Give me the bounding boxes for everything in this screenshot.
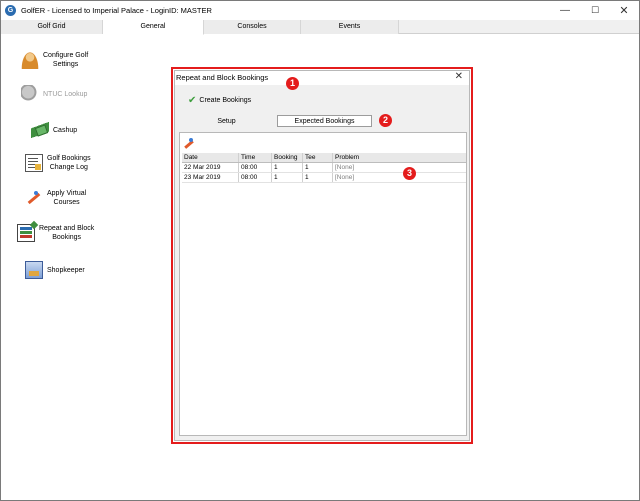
menu-label: Cashup: [53, 126, 78, 134]
menu-label: Apply Virtual Courses: [47, 190, 87, 206]
menu-label: Configure Golf Settings: [43, 52, 89, 68]
cash-icon: [31, 121, 49, 139]
ntuc-icon: [21, 85, 39, 103]
main-tabs: Golf Grid General Consoles Events: [1, 20, 639, 35]
menu-item-repeat-and-block-bookings[interactable]: Repeat and Block Bookings: [17, 224, 121, 242]
annotation-badge-1: 1: [286, 77, 299, 90]
virtual-courses-icon: [25, 189, 43, 207]
menu-item-cashup[interactable]: Cashup: [31, 121, 135, 139]
window-title: GolfER - Licensed to Imperial Palace - L…: [21, 6, 212, 15]
tab-general[interactable]: General: [103, 20, 204, 35]
person-golf-icon: [21, 51, 39, 69]
app-window: G GolfER - Licensed to Imperial Palace -…: [0, 0, 640, 501]
menu-item-golf-bookings-change-log[interactable]: Golf Bookings Change Log: [25, 154, 129, 172]
menu-item-shopkeeper[interactable]: Shopkeeper: [25, 261, 129, 279]
shopkeeper-icon: [25, 261, 43, 279]
menu-item-apply-virtual-courses[interactable]: Apply Virtual Courses: [25, 189, 129, 207]
menu-label: Golf Bookings Change Log: [47, 155, 91, 171]
tab-events[interactable]: Events: [301, 20, 399, 34]
menu-item-ntuc-lookup[interactable]: NTUC Lookup: [21, 85, 125, 103]
menu-label: Shopkeeper: [47, 266, 85, 274]
title-bar: G GolfER - Licensed to Imperial Palace -…: [1, 1, 639, 20]
change-log-icon: [25, 154, 43, 172]
app-logo-icon: G: [5, 5, 16, 16]
minimize-button[interactable]: —: [550, 2, 580, 19]
menu-label: Repeat and Block Bookings: [39, 225, 95, 241]
close-window-button[interactable]: ✕: [609, 2, 639, 19]
annotation-badge-3: 3: [403, 167, 416, 180]
menu-item-configure-golf-settings[interactable]: Configure Golf Settings: [21, 51, 125, 69]
repeat-bookings-icon: [17, 224, 35, 242]
tab-golf-grid[interactable]: Golf Grid: [1, 20, 103, 34]
tab-consoles[interactable]: Consoles: [204, 20, 301, 34]
maximize-button[interactable]: ☐: [580, 2, 610, 19]
menu-label: NTUC Lookup: [43, 90, 88, 98]
highlight-outline: [171, 67, 473, 444]
annotation-badge-2: 2: [379, 114, 392, 127]
